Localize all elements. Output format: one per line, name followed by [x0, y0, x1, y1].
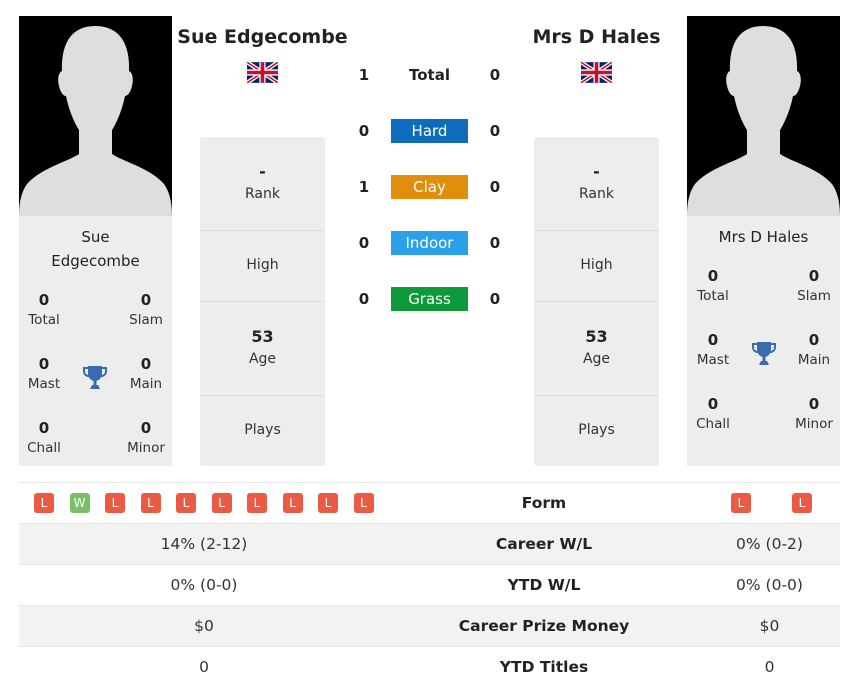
- comparison-row-career-prize-money: $0 Career Prize Money $0: [19, 605, 840, 646]
- player2-titles-main: 0 Main: [797, 331, 831, 368]
- player1-name[interactable]: Sue Edgecombe: [172, 26, 353, 48]
- player1-info-card: Sue Edgecombe 0 Total 0 Slam 0 Mast 0 Ma…: [19, 216, 172, 466]
- surface-badge-clay[interactable]: Clay: [391, 175, 468, 199]
- player2-ytd-w-l: 0% (0-0): [736, 576, 803, 594]
- player2-career-prize-money: $0: [759, 617, 780, 635]
- h2h-hard-p1: 0: [358, 122, 370, 140]
- h2h-total-p1: 1: [358, 66, 370, 84]
- player2-career-w-l: 0% (0-2): [736, 535, 803, 553]
- form-result-badge[interactable]: L: [282, 493, 303, 513]
- player1-age: 53 Age: [200, 302, 325, 396]
- form-row: LWLLLLLLLL Form LL: [19, 482, 840, 523]
- player2-ytd-titles: 0: [764, 658, 775, 676]
- player1-name-line1: Sue: [81, 228, 110, 246]
- player1-flag-icon: [245, 60, 280, 85]
- player1-ytd-w-l: 0% (0-0): [170, 576, 238, 594]
- comparison-row-career-w-l: 14% (2-12) Career W/L 0% (0-2): [19, 523, 840, 564]
- silhouette-icon: [687, 16, 840, 216]
- h2h-indoor-p1: 0: [358, 234, 370, 252]
- form-result-badge[interactable]: L: [353, 493, 374, 513]
- player1-high: High: [200, 231, 325, 302]
- player1-titles-total: 0 Total: [28, 291, 60, 328]
- form-result-badge[interactable]: L: [211, 493, 232, 513]
- h2h-grass-p2: 0: [489, 290, 501, 308]
- player1-name-line2: Edgecombe: [51, 252, 140, 270]
- player2-photo: [687, 16, 840, 216]
- player2-titles-minor: 0 Minor: [795, 395, 833, 432]
- player2-rank-card: - Rank High 53 Age Plays: [534, 137, 659, 466]
- h2h-grass-p1: 0: [358, 290, 370, 308]
- player2-high: High: [534, 231, 659, 302]
- surface-badge-indoor[interactable]: Indoor: [391, 231, 468, 255]
- player2-plays: Plays: [578, 422, 615, 438]
- ytd-w-l-label: YTD W/L: [507, 576, 581, 594]
- career-w-l-label: Career W/L: [495, 535, 593, 553]
- player1-plays: Plays: [244, 422, 281, 438]
- form-label: Form: [521, 494, 567, 512]
- player2-titles-chall: 0 Chall: [696, 395, 730, 432]
- form-result-badge[interactable]: W: [69, 493, 90, 513]
- player1-titles-mast: 0 Mast: [27, 355, 61, 392]
- player2-rank: - Rank: [534, 137, 659, 231]
- player2-titles-total: 0 Total: [697, 267, 729, 304]
- player1-photo: [19, 16, 172, 216]
- h2h-clay-p1: 1: [358, 178, 370, 196]
- h2h-clay-p2: 0: [489, 178, 501, 196]
- player2-name[interactable]: Mrs D Hales: [506, 26, 687, 48]
- h2h-indoor-p2: 0: [489, 234, 501, 252]
- player1-titles-slam: 0 Slam: [129, 291, 163, 328]
- silhouette-icon: [19, 16, 172, 216]
- form-result-badge[interactable]: L: [140, 493, 161, 513]
- form-result-badge[interactable]: L: [792, 493, 812, 513]
- player1-rank: - Rank: [200, 137, 325, 231]
- h2h-total-p2: 0: [489, 66, 501, 84]
- surface-badge-hard[interactable]: Hard: [391, 119, 468, 143]
- player2-flag-icon: [579, 60, 614, 85]
- career-prize-money-label: Career Prize Money: [458, 617, 630, 635]
- trophy-icon: [752, 340, 776, 372]
- player1-titles-chall: 0 Chall: [27, 419, 61, 456]
- player1-career-w-l: 14% (2-12): [160, 535, 248, 553]
- comparison-row-ytd-titles: 0 YTD Titles 0: [19, 646, 840, 687]
- surface-badge-grass[interactable]: Grass: [391, 287, 468, 311]
- player1-titles-minor: 0 Minor: [127, 419, 165, 456]
- player1-ytd-titles: 0: [199, 658, 209, 676]
- player2-titles-slam: 0 Slam: [797, 267, 831, 304]
- player1-rank-card: - Rank High 53 Age Plays: [200, 137, 325, 466]
- player1-titles-main: 0 Main: [129, 355, 163, 392]
- player2-age: 53 Age: [534, 302, 659, 396]
- trophy-icon: [83, 364, 107, 396]
- player2-titles-mast: 0 Mast: [696, 331, 730, 368]
- player2-name-label: Mrs D Hales: [718, 228, 809, 246]
- form-result-badge[interactable]: L: [105, 493, 125, 513]
- player1-career-prize-money: $0: [194, 617, 214, 635]
- form-result-badge[interactable]: L: [318, 493, 338, 513]
- form-result-badge[interactable]: L: [176, 493, 196, 513]
- form-result-badge[interactable]: L: [731, 493, 751, 513]
- ytd-titles-label: YTD Titles: [499, 658, 589, 676]
- comparison-row-ytd-w-l: 0% (0-0) YTD W/L 0% (0-0): [19, 564, 840, 605]
- form-result-badge[interactable]: L: [247, 493, 267, 513]
- player1-form: LWLLLLLLLL: [19, 483, 389, 523]
- h2h-hard-p2: 0: [489, 122, 501, 140]
- player2-info-card: Mrs D Hales 0 Total 0 Slam 0 Mast 0 Main…: [687, 216, 840, 466]
- h2h-total-label: Total: [409, 66, 450, 84]
- form-result-badge[interactable]: L: [34, 493, 54, 513]
- player2-form: LL: [699, 483, 840, 523]
